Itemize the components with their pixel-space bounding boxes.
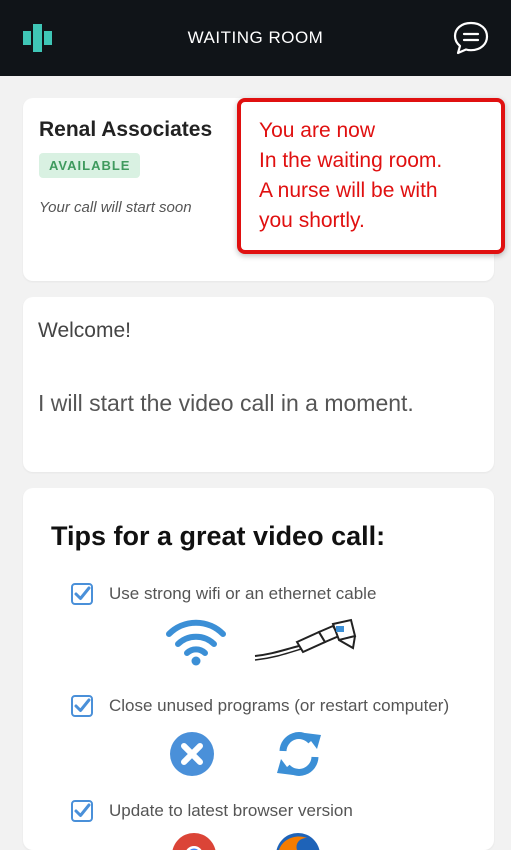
firefox-icon (276, 833, 320, 850)
callout-line: you shortly. (259, 209, 365, 232)
waiting-room-callout: You are now In the waiting room. A nurse… (237, 98, 505, 254)
tip-item: Use strong wifi or an ethernet cable (71, 582, 376, 606)
tip-label: Use strong wifi or an ethernet cable (109, 584, 377, 603)
close-program-icon (170, 732, 214, 776)
checkbox-checked-icon (71, 695, 93, 717)
restart-icon (277, 732, 321, 776)
provider-message: I will start the video call in a moment. (38, 390, 414, 416)
tip-item: Update to latest browser version (71, 799, 353, 823)
status-badge: AVAILABLE (39, 153, 141, 178)
waiting-room-screen: WAITING ROOM Renal Associates AVAILABLE … (0, 0, 511, 850)
callout-line: You are now (259, 119, 375, 142)
tips-card: Tips for a great video call: Use strong … (23, 488, 494, 850)
wifi-icon (166, 619, 226, 666)
callout-line: A nurse will be with (259, 179, 438, 202)
page-title: WAITING ROOM (187, 28, 324, 47)
top-bar: WAITING ROOM (0, 0, 511, 76)
checkbox-checked-icon (71, 800, 93, 822)
call-status-text: Your call will start soon (39, 199, 192, 216)
chrome-icon (172, 833, 216, 850)
checkbox-checked-icon (71, 583, 93, 605)
tips-title: Tips for a great video call: (51, 521, 386, 551)
chat-bubble-icon[interactable] (452, 20, 490, 56)
tip-label: Update to latest browser version (109, 801, 353, 820)
tip-label: Close unused programs (or restart comput… (109, 696, 450, 715)
welcome-card: Welcome! I will start the video call in … (23, 297, 494, 472)
clinic-name: Renal Associates (39, 118, 213, 141)
ethernet-cable-icon (254, 618, 357, 661)
callout-line: In the waiting room. (259, 149, 443, 172)
welcome-heading: Welcome! (38, 319, 131, 342)
tip-item: Close unused programs (or restart comput… (71, 694, 449, 718)
